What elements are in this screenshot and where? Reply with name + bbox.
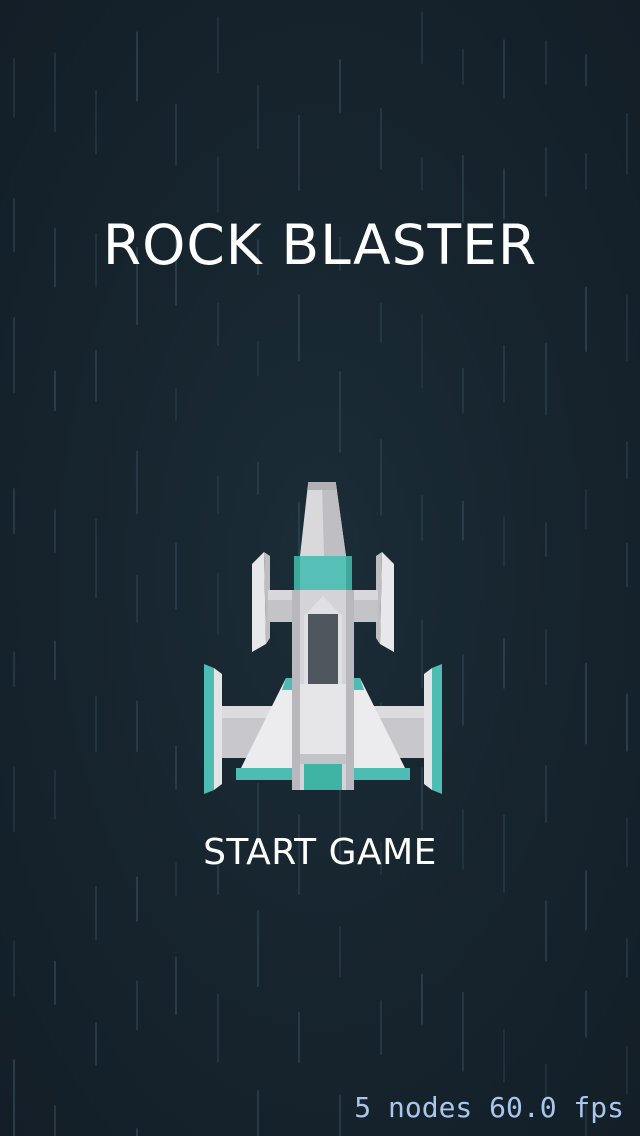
- start-game-button[interactable]: START GAME: [0, 828, 640, 878]
- fuselage-left-shade: [292, 590, 300, 790]
- left-outer-fin: [204, 664, 214, 794]
- right-wing-base: [346, 768, 410, 780]
- nose-accent-band-shade-right: [346, 556, 352, 590]
- fps-debug-overlay: 5 nodes 60.0 fps: [354, 1091, 624, 1124]
- spaceship-icon: [204, 482, 442, 794]
- engine-accent: [304, 764, 342, 790]
- nose-accent-band: [294, 556, 352, 590]
- right-outer-fin: [432, 664, 442, 794]
- left-upper-fin: [252, 552, 266, 652]
- nose-cone-shade: [322, 484, 346, 556]
- left-wing-base: [236, 768, 300, 780]
- right-upper-fin: [380, 552, 394, 652]
- left-outer-fin-face: [214, 668, 222, 790]
- right-outer-fin-face: [424, 668, 432, 790]
- fuselage-right-shade: [346, 590, 354, 790]
- nose-accent-band-shade: [294, 556, 300, 590]
- engine-base: [300, 754, 346, 764]
- lower-fuselage: [300, 684, 346, 754]
- cockpit-window: [308, 614, 338, 684]
- nose-tip: [308, 482, 336, 490]
- game-title: ROCK BLASTER: [102, 213, 538, 277]
